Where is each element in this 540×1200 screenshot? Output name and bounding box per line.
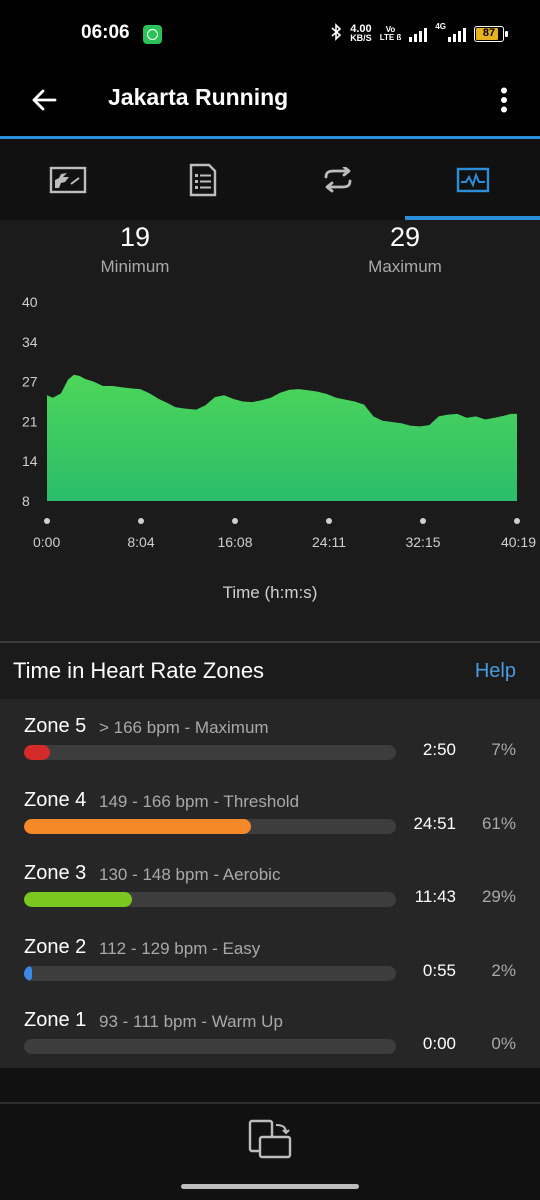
more-vertical-icon: [501, 87, 507, 113]
bluetooth-icon: [330, 22, 342, 46]
app-bar: Jakarta Running: [0, 68, 540, 136]
back-button[interactable]: [22, 78, 66, 122]
status-icons: 4.00 KB/S Vo LTE ß 4G 87: [330, 22, 508, 46]
x-tick-label: 16:08: [217, 534, 252, 550]
zone-range: 112 - 129 bpm - Easy: [99, 938, 261, 958]
zone-name: Zone 2: [24, 935, 87, 958]
network-speed: 4.00 KB/S: [350, 24, 372, 43]
heart-rate-chart-section: 19 Minimum 29 Maximum 40 34 27 21 14 8 0:00 8:…: [0, 220, 540, 641]
y-tick-label: 34: [22, 334, 38, 350]
zone-time: 0:00: [422, 1034, 456, 1053]
zone-range: > 166 bpm - Maximum: [99, 718, 269, 737]
x-tick-dot: [232, 518, 238, 524]
devices-switch-icon: [248, 1119, 292, 1159]
zone-progress-track: [24, 892, 396, 907]
y-tick-label: 40: [22, 294, 38, 310]
zone-name: Zone 3: [24, 862, 87, 884]
status-time: 06:06: [81, 22, 130, 43]
tab-charts[interactable]: [405, 139, 540, 220]
switch-devices-button[interactable]: [244, 1116, 296, 1164]
arrow-left-icon: [32, 89, 57, 111]
zone-range: 130 - 148 bpm - Aerobic: [99, 865, 281, 884]
zone-time: 11:43: [414, 887, 456, 906]
zone-range: 149 - 166 bpm - Threshold: [99, 791, 300, 811]
chart-pulse-icon: [456, 167, 489, 192]
home-indicator: [181, 1184, 359, 1189]
y-tick-label: 27: [22, 374, 38, 390]
y-tick-label: 14: [22, 453, 38, 469]
tab-map[interactable]: [0, 139, 135, 220]
bottom-bar-divider: [0, 1102, 540, 1104]
network-speed-unit: KB/S: [350, 33, 372, 43]
tab-laps[interactable]: [270, 139, 405, 220]
x-tick-label: 32:15: [405, 534, 440, 550]
more-options-button[interactable]: [484, 78, 524, 122]
page-title: Jakarta Running: [108, 84, 289, 110]
zone-progress-track: [24, 1039, 396, 1054]
zone-percent: 61%: [481, 813, 516, 833]
zone-time: 2:50: [422, 740, 456, 759]
document-list-icon: [189, 163, 216, 196]
zone-name: Zone 4: [24, 788, 87, 811]
signal-1-icon: [409, 26, 428, 42]
x-tick-dot: [514, 518, 520, 524]
zones-list: Zone 5 > 166 bpm - Maximum 2:50 7% Zone 4 149…: [0, 699, 540, 1068]
zone-time: 0:55: [422, 960, 456, 980]
bottom-bar: [0, 1068, 540, 1200]
map-activity-icon: [49, 166, 86, 193]
network-type: 4G: [435, 22, 446, 31]
tab-details[interactable]: [135, 139, 270, 220]
battery-icon: 87: [474, 26, 508, 42]
signal-2-icon: [448, 26, 466, 42]
x-tick-label: 0:00: [33, 534, 60, 550]
zone-percent: 7%: [491, 740, 516, 759]
battery-level: 87: [482, 27, 496, 39]
zone-progress-fill: [24, 892, 132, 907]
laps-loop-icon: [324, 166, 351, 192]
zone-progress-track: [24, 965, 396, 981]
tab-bar: [0, 139, 540, 220]
zone-progress-fill: [24, 745, 51, 760]
status-bar: 06:06 4.00 KB/S Vo LTE ß 4G 87: [0, 0, 540, 68]
x-tick-label: 24:11: [312, 534, 346, 550]
x-axis-label: Time (h:m:s): [222, 583, 318, 602]
y-tick-label: 8: [22, 493, 30, 509]
heart-rate-area: [47, 374, 517, 501]
x-tick-dot: [44, 518, 50, 524]
y-tick-label: 21: [22, 413, 38, 429]
heart-rate-chart: 40 34 27 21 14 8 0:00 8:04 16:08 24:11 32:15 40:19: [22, 294, 536, 550]
x-tick-dot: [138, 518, 144, 524]
x-tick-label: 8:04: [127, 534, 154, 550]
x-tick-dot: [326, 518, 332, 524]
lte-label: LTE ß: [379, 33, 402, 42]
zone-row: Zone 2 112 - 129 bpm - Easy 0:55 2%: [0, 920, 540, 994]
zone-progress-track: [24, 818, 396, 834]
zones-header: Time in Heart Rate Zones Help: [0, 643, 540, 699]
zone-percent: 2%: [491, 960, 516, 980]
notification-app-icon: [143, 25, 162, 44]
x-tick-dot: [420, 518, 426, 524]
zone-name: Zone 1: [24, 1009, 87, 1031]
zone-progress-fill: [24, 818, 251, 834]
zone-range: 93 - 111 bpm - Warm Up: [99, 1012, 283, 1031]
zone-row: Zone 3 130 - 148 bpm - Aerobic 11:43 29%: [0, 846, 540, 920]
zone-row: Zone 5 > 166 bpm - Maximum 2:50 7%: [0, 699, 540, 773]
zone-progress-fill: [24, 965, 32, 981]
zone-percent: 0%: [491, 1034, 516, 1053]
zone-name: Zone 5: [24, 715, 87, 737]
help-link[interactable]: Help: [475, 660, 516, 683]
zone-row: Zone 1 93 - 111 bpm - Warm Up 0:00 0%: [0, 993, 540, 1067]
zones-title: Time in Heart Rate Zones: [13, 658, 265, 683]
x-tick-label: 40:19: [501, 534, 536, 550]
zone-time: 24:51: [413, 813, 456, 833]
zone-row: Zone 4 149 - 166 bpm - Threshold 24:51 61%: [0, 773, 540, 847]
volte-indicator: Vo LTE ß: [380, 26, 402, 42]
zone-percent: 29%: [481, 887, 516, 906]
zone-progress-track: [24, 745, 396, 760]
